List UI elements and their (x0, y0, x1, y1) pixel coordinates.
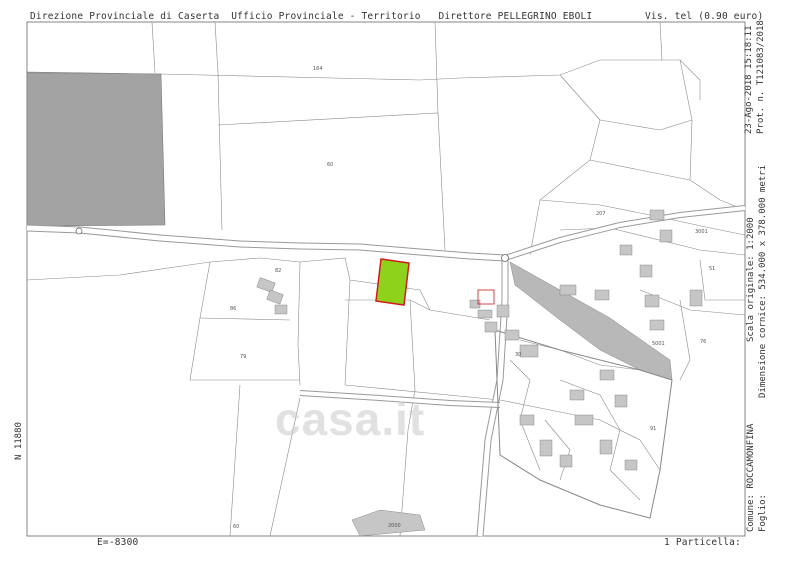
gray-area (26, 71, 166, 227)
parcel-label: 79 (240, 354, 246, 360)
parcel-label: 76 (700, 339, 706, 345)
parcel-label: 207 (596, 211, 606, 217)
parcel-label: 3001 (695, 229, 708, 235)
parcel-label: 60 (327, 162, 333, 168)
parcel-labels: 164 60 82 86 79 207 5001 30 91 3001 2000… (230, 66, 715, 530)
particella-label: 1 Particella: (664, 537, 741, 548)
protocol-label: Prot. n. T121083/2018 (756, 20, 766, 134)
highlighted-parcel (375, 258, 410, 306)
cadastral-map: 164 60 82 86 79 207 5001 30 91 3001 2000… (26, 21, 746, 537)
parcel-label: 60 (233, 524, 239, 530)
parcel-label: 91 (650, 426, 656, 432)
north-coordinate: N 11880 (14, 422, 24, 460)
gray-wedge (509, 261, 673, 381)
header-left-text: Direzione Provinciale di Caserta Ufficio… (30, 11, 593, 22)
parcel-label: 5001 (652, 341, 665, 347)
parcel-label: 2000 (388, 523, 401, 529)
foglio-label: Foglio: (758, 494, 768, 532)
parcel-label: 164 (313, 66, 323, 72)
watermark-logo: casa.it (275, 393, 426, 445)
date-label: 23-Ago-2018 15:18:11 (744, 25, 754, 134)
parcel-label: 86 (230, 306, 236, 312)
comune-label: Comune: ROCCAMONFINA (746, 423, 756, 532)
parcel-label: 51 (709, 266, 715, 272)
dimension-label: Dimensione cornice: 534.000 x 378.000 me… (758, 165, 768, 398)
map-marker (75, 227, 83, 235)
parcel-label: 30 (515, 352, 521, 358)
east-coordinate: E=-8300 (97, 537, 139, 548)
small-red-parcel (477, 289, 495, 305)
parcel-label: 82 (275, 268, 281, 274)
header-right-text: Vis. tel (0.90 euro) (645, 11, 764, 22)
map-marker (501, 254, 509, 262)
roads (26, 205, 746, 537)
scale-label: Scala originale: 1:2000 (746, 217, 756, 342)
